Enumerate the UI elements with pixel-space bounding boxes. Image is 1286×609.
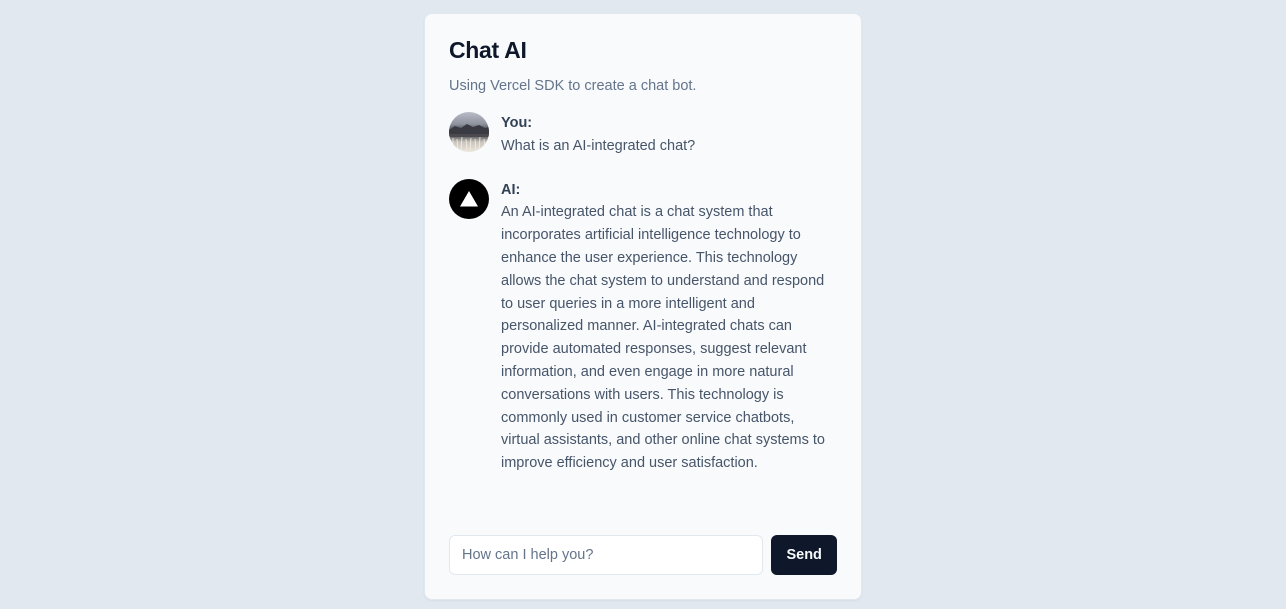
chat-composer: Send — [449, 535, 837, 575]
message-list: You: What is an AI-integrated chat? AI: … — [449, 112, 837, 475]
user-avatar — [449, 112, 489, 152]
message-content: You: What is an AI-integrated chat? — [501, 112, 837, 158]
chat-card: Chat AI Using Vercel SDK to create a cha… — [424, 13, 862, 600]
message-text: An AI-integrated chat is a chat system t… — [501, 204, 825, 472]
chat-input[interactable] — [449, 535, 764, 575]
vercel-triangle-icon — [460, 190, 478, 207]
message-user: You: What is an AI-integrated chat? — [449, 112, 837, 158]
message-text: What is an AI-integrated chat? — [501, 137, 696, 154]
ai-avatar — [449, 178, 489, 219]
landscape-photo-icon — [449, 124, 489, 151]
message-content: AI: An AI-integrated chat is a chat syst… — [501, 179, 837, 475]
page-title: Chat AI — [449, 37, 527, 63]
message-ai: AI: An AI-integrated chat is a chat syst… — [449, 178, 837, 475]
message-sender: You: — [501, 115, 533, 131]
send-button[interactable]: Send — [771, 535, 837, 575]
message-sender: AI: — [501, 181, 521, 198]
page-subtitle: Using Vercel SDK to create a chat bot. — [449, 78, 697, 94]
chat-header: Chat AI Using Vercel SDK to create a cha… — [449, 36, 837, 96]
